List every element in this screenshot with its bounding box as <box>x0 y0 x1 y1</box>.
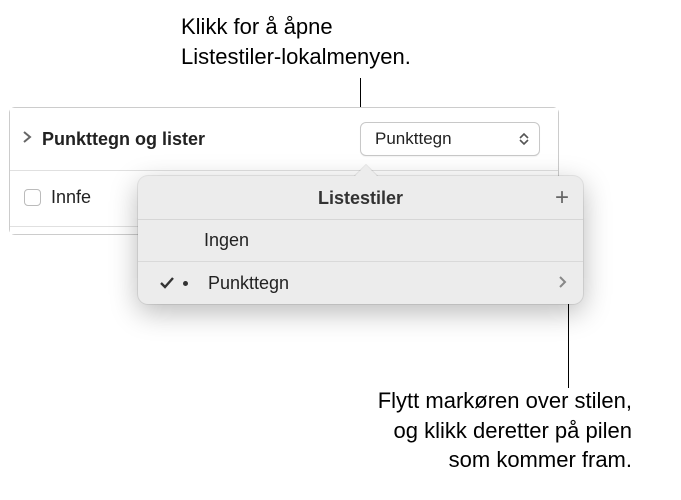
plus-icon: + <box>555 184 569 211</box>
callout-top-line2: Listestiler-lokalmenyen. <box>181 42 411 72</box>
formatting-panel: Punkttegn og lister Punkttegn Innfe List… <box>9 107 559 235</box>
style-button-label: Punkttegn <box>375 129 452 149</box>
callout-bottom-line1: Flytt markøren over stilen, <box>252 386 632 416</box>
add-style-button[interactable]: + <box>555 186 569 210</box>
disclosure-chevron-icon[interactable] <box>22 130 32 149</box>
list-item-label: Punkttegn <box>204 273 558 294</box>
callout-top-line1: Klikk for å åpne <box>181 12 411 42</box>
chevrons-icon <box>519 132 529 146</box>
callout-bottom-line3: som kommer fram. <box>252 445 632 475</box>
callout-bottom-line2: og klikk deretter på pilen <box>252 416 632 446</box>
popover-title: Listestiler <box>318 188 403 208</box>
list-style-popup-button[interactable]: Punkttegn <box>360 122 540 156</box>
section-title: Punkttegn og lister <box>42 129 360 150</box>
list-item-label: Ingen <box>154 230 567 251</box>
popover-header: Listestiler + <box>138 176 583 220</box>
bullet-icon <box>180 281 204 286</box>
checkmark-icon <box>154 276 180 290</box>
list-style-item-none[interactable]: Ingen <box>138 220 583 262</box>
callout-leader-bottom <box>568 303 569 388</box>
checkbox[interactable] <box>24 189 41 206</box>
callout-top: Klikk for å åpne Listestiler-lokalmenyen… <box>181 12 411 71</box>
list-styles-popover: Listestiler + Ingen Punkttegn <box>138 176 583 304</box>
list-style-item-bullets[interactable]: Punkttegn <box>138 262 583 304</box>
callout-bottom: Flytt markøren over stilen, og klikk der… <box>252 386 632 475</box>
chevron-right-icon[interactable] <box>558 273 567 294</box>
popover-arrow <box>354 164 378 176</box>
popover-list: Ingen Punkttegn <box>138 220 583 304</box>
truncated-label: Innfe <box>51 187 91 208</box>
panel-header: Punkttegn og lister Punkttegn <box>10 108 558 171</box>
